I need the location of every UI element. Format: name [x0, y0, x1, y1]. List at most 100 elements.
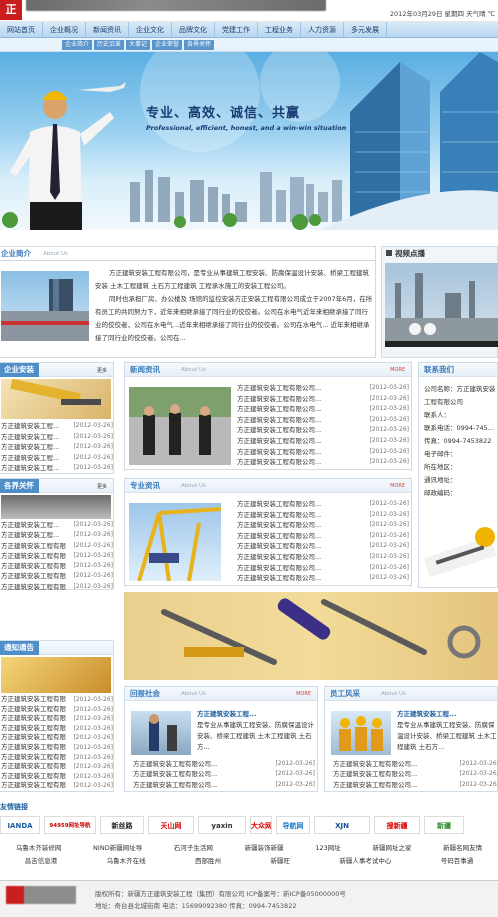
- nav-overview[interactable]: 企业概况: [43, 22, 86, 38]
- news-more[interactable]: MORE: [390, 367, 405, 373]
- nav-hr[interactable]: 人力资源: [301, 22, 344, 38]
- link-logo[interactable]: 新丝路: [100, 816, 144, 834]
- list-item[interactable]: 方正建筑安装工程... [2012-03-26]: [1, 530, 113, 540]
- subnav-events[interactable]: 大事记: [126, 40, 151, 50]
- list-item[interactable]: 方正建筑安装工程有限公司... [2012-03-26]: [333, 759, 498, 769]
- list-item[interactable]: 方正建筑安装工程有限公司... [2012-03-26]: [237, 541, 409, 552]
- list-item[interactable]: 方正建筑安装工程有限 [2012-03-26]: [1, 541, 113, 551]
- tools-banner: [124, 592, 498, 680]
- install-panel: 企业安装 更多 方正建筑安装工程... [2012-03-26] 方正建筑安装工程.…: [0, 362, 114, 474]
- link-logo[interactable]: 新疆: [424, 816, 464, 834]
- text-link[interactable]: 号码百事通: [441, 855, 474, 865]
- list-item[interactable]: 方正建筑安装工程有限 [2012-03-26]: [1, 772, 113, 782]
- list-item[interactable]: 方正建筑安装工程有限公司... [2012-03-26]: [237, 425, 409, 436]
- list-item[interactable]: 方正建筑安装工程有限 [2012-03-26]: [1, 551, 113, 561]
- list-item[interactable]: 方正建筑安装工程有限公司... [2012-03-26]: [237, 415, 409, 426]
- link-logo[interactable]: XJN: [314, 816, 370, 834]
- install-more[interactable]: 更多: [97, 367, 107, 374]
- list-item[interactable]: 方正建筑安装工程有限公司... [2012-03-26]: [237, 563, 409, 574]
- list-item[interactable]: 方正建筑安装工程有限 [2012-03-26]: [1, 582, 113, 592]
- list-item[interactable]: 方正建筑安装工程有限公司... [2012-03-26]: [333, 780, 498, 790]
- list-item[interactable]: 方正建筑安装工程有限公司... [2012-03-26]: [237, 499, 409, 510]
- nav-engineering[interactable]: 工程业务: [258, 22, 301, 38]
- list-item[interactable]: 方正建筑安装工程有限公司... [2012-03-26]: [237, 394, 409, 405]
- list-item[interactable]: 方正建筑安装工程... [2012-03-26]: [1, 463, 113, 474]
- list-item[interactable]: 方正建筑安装工程有限公司... [2012-03-26]: [237, 447, 409, 458]
- date-weather: 2012年03月29日 星期四 天气晴 ℃: [389, 10, 495, 18]
- text-link[interactable]: 新疆旺: [270, 855, 290, 865]
- list-item[interactable]: 方正建筑安装工程有限 [2012-03-26]: [1, 714, 113, 724]
- list-item[interactable]: 方正建筑安装工程有限 [2012-03-26]: [1, 695, 113, 705]
- video-panel: 视频点播: [381, 246, 498, 358]
- list-item[interactable]: 方正建筑安装工程有限公司... [2012-03-26]: [133, 780, 315, 790]
- text-link[interactable]: NIND新疆网址导: [93, 842, 142, 852]
- list-item[interactable]: 方正建筑安装工程有限 [2012-03-26]: [1, 705, 113, 715]
- list-item[interactable]: 方正建筑安装工程有限公司... [2012-03-26]: [237, 552, 409, 563]
- link-logo[interactable]: 导航网: [276, 816, 310, 834]
- nav-culture[interactable]: 企业文化: [129, 22, 172, 38]
- list-item[interactable]: 方正建筑安装工程有限公司... [2012-03-26]: [237, 573, 409, 584]
- link-logo[interactable]: 搜新疆: [374, 816, 420, 834]
- subnav-care[interactable]: 各界关怀: [184, 40, 215, 50]
- link-logo[interactable]: IANDA: [0, 816, 40, 834]
- list-item[interactable]: 方正建筑安装工程有限公司... [2012-03-26]: [237, 404, 409, 415]
- text-link[interactable]: 西部胜州: [195, 855, 221, 865]
- list-item[interactable]: 方正建筑安装工程有限公司... [2012-03-26]: [237, 436, 409, 447]
- pro-more[interactable]: MORE: [390, 483, 405, 489]
- list-item[interactable]: 方正建筑安装工程有限公司... [2012-03-26]: [237, 457, 409, 468]
- list-item[interactable]: 方正建筑安装工程有限公司... [2012-03-26]: [133, 769, 315, 779]
- nav-party[interactable]: 党建工作: [215, 22, 258, 38]
- subnav-honors[interactable]: 企业荣誉: [152, 40, 183, 50]
- nav-diversified[interactable]: 多元发展: [344, 22, 387, 38]
- link-logo[interactable]: 大众网: [250, 816, 272, 834]
- notice-photo: [1, 657, 111, 693]
- link-logo[interactable]: 天山网: [148, 816, 194, 834]
- footer-text: 版权所有：新疆方正建筑安装工程（集团）有限公司 ICP备案号：新ICP备0500…: [95, 888, 346, 912]
- nav-brand[interactable]: 品牌文化: [172, 22, 215, 38]
- list-item[interactable]: 方正建筑安装工程有限公司... [2012-03-26]: [333, 769, 498, 779]
- text-link[interactable]: 昌吉信息港: [25, 855, 58, 865]
- society-headline[interactable]: 方正建筑安装工程...: [197, 709, 315, 720]
- list-item[interactable]: 方正建筑安装工程有限公司... [2012-03-26]: [237, 531, 409, 542]
- text-link[interactable]: 乌鲁木齐在线: [107, 855, 146, 865]
- list-item[interactable]: 方正建筑安装工程有限 [2012-03-26]: [1, 743, 113, 753]
- staff-title: 员工风采: [330, 689, 360, 698]
- link-logo[interactable]: yaxin: [198, 816, 246, 834]
- list-item[interactable]: 方正建筑安装工程有限 [2012-03-26]: [1, 762, 113, 772]
- care-more[interactable]: 更多: [97, 483, 107, 490]
- staff-headline[interactable]: 方正建筑安装工程...: [397, 709, 497, 720]
- subnav-history[interactable]: 历史沿革: [94, 40, 125, 50]
- text-link[interactable]: 新疆人事考试中心: [339, 855, 391, 865]
- list-item[interactable]: 方正建筑安装工程... [2012-03-26]: [1, 520, 113, 530]
- list-item[interactable]: 方正建筑安装工程... [2012-03-26]: [1, 432, 113, 443]
- text-link[interactable]: 石河子生活网: [174, 842, 213, 852]
- subnav-intro[interactable]: 企业简介: [62, 40, 93, 50]
- list-item[interactable]: 方正建筑安装工程有限 [2012-03-26]: [1, 753, 113, 763]
- contact-fax: 传真：0994-7453822: [424, 437, 492, 445]
- text-link[interactable]: 新疆装饰新疆: [245, 842, 284, 852]
- text-link[interactable]: 新疆网址之家: [372, 842, 411, 852]
- nav-news[interactable]: 新闻资讯: [86, 22, 129, 38]
- list-item[interactable]: 方正建筑安装工程... [2012-03-26]: [1, 453, 113, 464]
- text-link[interactable]: 123网址: [315, 842, 340, 852]
- contact-info: 公司名称：方正建筑安装工程有限公司 联系人： 联系电话：0994-745... …: [424, 383, 498, 500]
- contact-email: 电子邮件：: [424, 450, 457, 458]
- list-item[interactable]: 方正建筑安装工程... [2012-03-26]: [1, 442, 113, 453]
- video-player[interactable]: [385, 263, 498, 347]
- contact-zip: 邮政编码：: [424, 489, 457, 497]
- nav-home[interactable]: 网站首页: [0, 22, 43, 38]
- list-item[interactable]: 方正建筑安装工程... [2012-03-26]: [1, 421, 113, 432]
- list-item[interactable]: 方正建筑安装工程有限公司... [2012-03-26]: [133, 759, 315, 769]
- list-item[interactable]: 方正建筑安装工程有限 [2012-03-26]: [1, 561, 113, 571]
- link-logo[interactable]: 94959网址导航: [44, 816, 96, 834]
- list-item[interactable]: 方正建筑安装工程有限 [2012-03-26]: [1, 571, 113, 581]
- list-item[interactable]: 方正建筑安装工程有限公司... [2012-03-26]: [237, 520, 409, 531]
- list-item[interactable]: 方正建筑安装工程有限公司... [2012-03-26]: [237, 510, 409, 521]
- list-item[interactable]: 方正建筑安装工程有限 [2012-03-26]: [1, 733, 113, 743]
- society-more[interactable]: MORE: [296, 691, 311, 697]
- text-link[interactable]: 新疆名网友情: [443, 842, 482, 852]
- list-item[interactable]: 方正建筑安装工程有限 [2012-03-26]: [1, 724, 113, 734]
- list-item[interactable]: 方正建筑安装工程有限公司... [2012-03-26]: [237, 383, 409, 394]
- text-link[interactable]: 乌鲁木齐装修网: [16, 842, 62, 852]
- list-item[interactable]: 方正建筑安装工程有限 [2012-03-26]: [1, 781, 113, 791]
